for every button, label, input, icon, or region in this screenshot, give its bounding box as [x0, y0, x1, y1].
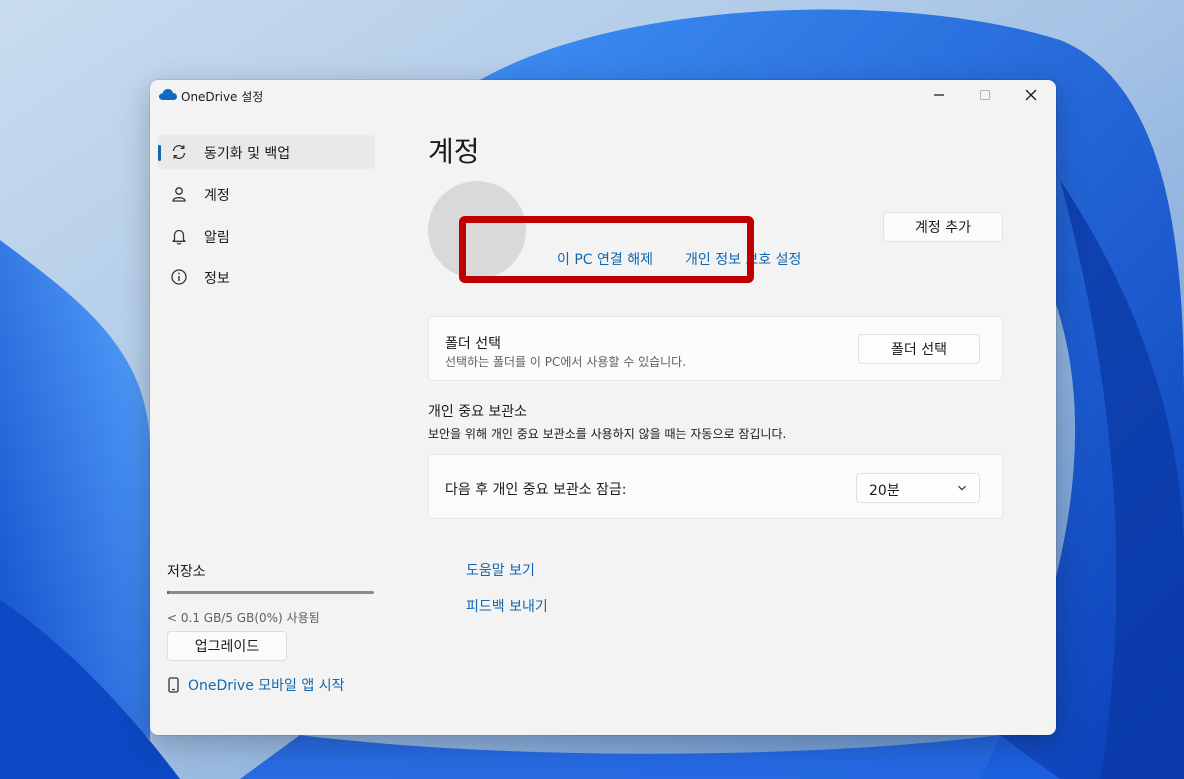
storage-progress-fill	[167, 591, 170, 594]
chevron-down-icon	[958, 485, 966, 491]
unlink-pc-link[interactable]: 이 PC 연결 해제	[557, 249, 653, 269]
help-link[interactable]: 도움말 보기	[466, 560, 535, 580]
upgrade-button[interactable]: 업그레이드	[167, 631, 287, 661]
sidebar-item-label: 알림	[204, 230, 230, 246]
sidebar-item-about[interactable]: 정보	[158, 260, 375, 294]
title-bar: OneDrive 설정	[150, 80, 1056, 112]
vault-lock-dropdown[interactable]: 20분	[856, 473, 980, 503]
close-icon	[1025, 89, 1037, 101]
feedback-link[interactable]: 피드백 보내기	[466, 596, 548, 616]
onedrive-cloud-icon	[159, 89, 177, 100]
sidebar-item-label: 동기화 및 백업	[204, 146, 291, 162]
close-button[interactable]	[1008, 80, 1054, 110]
bell-icon	[172, 229, 186, 245]
sidebar-item-notifications[interactable]: 알림	[158, 219, 375, 253]
storage-usage-text: < 0.1 GB/5 GB(0%) 사용됨	[167, 611, 320, 625]
info-icon	[171, 269, 187, 285]
maximize-icon	[980, 90, 990, 100]
personal-vault-description: 보안을 위해 개인 중요 보관소를 사용하지 않을 때는 자동으로 잠깁니다.	[428, 427, 787, 441]
choose-folders-button[interactable]: 폴더 선택	[858, 334, 980, 364]
vault-lock-card: 다음 후 개인 중요 보관소 잠금: 20분	[428, 454, 1003, 519]
page-title: 계정	[428, 135, 480, 168]
person-icon	[172, 187, 186, 202]
storage-title: 저장소	[167, 564, 206, 580]
folder-selection-card: 폴더 선택 선택하는 폴더를 이 PC에서 사용할 수 있습니다. 폴더 선택	[428, 316, 1003, 381]
onedrive-settings-window: OneDrive 설정 동기화 및 백업 계정 알림 정보 저장소 < 0.1 …	[150, 80, 1056, 735]
sidebar-item-label: 계정	[204, 188, 230, 204]
mobile-app-link[interactable]: OneDrive 모바일 앱 시작	[168, 675, 344, 695]
storage-progress-bar	[167, 591, 374, 594]
sidebar-item-label: 정보	[204, 271, 230, 287]
selection-indicator	[158, 145, 161, 161]
sync-icon	[172, 145, 186, 159]
privacy-settings-link[interactable]: 개인 정보 보호 설정	[685, 249, 801, 269]
mobile-app-label: OneDrive 모바일 앱 시작	[188, 678, 345, 694]
sidebar-item-sync-backup[interactable]: 동기화 및 백업	[158, 135, 375, 169]
sidebar-item-account[interactable]: 계정	[158, 177, 375, 211]
phone-icon	[168, 677, 179, 693]
minimize-icon	[934, 94, 944, 96]
folder-section-title: 폴더 선택	[445, 336, 501, 352]
window-title: OneDrive 설정	[181, 90, 264, 104]
add-account-button[interactable]: 계정 추가	[883, 212, 1003, 242]
avatar	[428, 181, 526, 279]
folder-section-description: 선택하는 폴더를 이 PC에서 사용할 수 있습니다.	[445, 355, 687, 369]
maximize-button[interactable]	[962, 80, 1008, 110]
vault-lock-value: 20분	[869, 483, 900, 499]
minimize-button[interactable]	[916, 80, 962, 110]
vault-lock-label: 다음 후 개인 중요 보관소 잠금:	[445, 482, 627, 498]
personal-vault-heading: 개인 중요 보관소	[428, 404, 528, 420]
